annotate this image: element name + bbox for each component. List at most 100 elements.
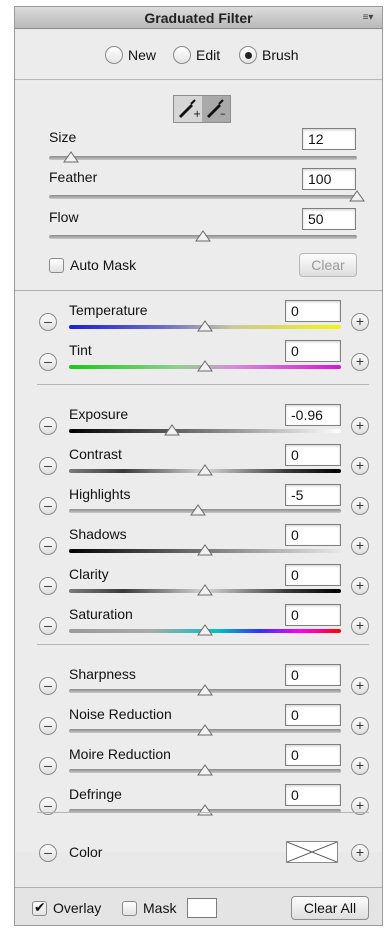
saturation-decrease-icon[interactable]: – xyxy=(39,617,57,635)
section-divider xyxy=(37,644,369,645)
highlights-increase-icon[interactable]: + xyxy=(351,497,369,515)
contrast-input[interactable]: 0 xyxy=(285,444,341,466)
clear-button[interactable]: Clear xyxy=(299,253,357,277)
radio-brush-indicator[interactable] xyxy=(239,46,257,64)
tint-slider-thumb[interactable] xyxy=(197,360,213,372)
shadows-input[interactable]: 0 xyxy=(285,524,341,546)
moire-reduction-slider-thumb[interactable] xyxy=(197,764,213,776)
sharpness-slider-thumb[interactable] xyxy=(197,684,213,696)
exposure-slider-thumb[interactable] xyxy=(164,424,181,436)
sharpness-input[interactable]: 0 xyxy=(285,664,341,686)
graduated-filter-panel: Graduated Filter ≡▾ New Edit Brush + – S… xyxy=(14,6,383,926)
mode-brush-label: Brush xyxy=(262,47,299,63)
highlights-input[interactable]: -5 xyxy=(285,484,341,506)
tint-input[interactable]: 0 xyxy=(285,340,341,362)
overlay-checkbox[interactable]: Overlay xyxy=(32,899,102,916)
mode-brush-radio[interactable]: Brush xyxy=(239,46,299,64)
mask-box[interactable] xyxy=(122,900,137,916)
panel-titlebar: Graduated Filter ≡▾ xyxy=(15,7,382,29)
overlay-box[interactable] xyxy=(32,899,47,916)
color-swatch[interactable] xyxy=(286,841,338,863)
auto-mask-checkbox[interactable]: Auto Mask xyxy=(49,257,136,273)
clarity-decrease-icon[interactable]: – xyxy=(39,577,57,595)
tint-increase-icon[interactable]: + xyxy=(351,353,369,371)
saturation-slider-thumb[interactable] xyxy=(197,624,213,636)
sharpness-increase-icon[interactable]: + xyxy=(351,677,369,695)
shadows-increase-icon[interactable]: + xyxy=(351,537,369,555)
mask-checkbox[interactable]: Mask xyxy=(122,900,176,916)
size-slider-thumb[interactable] xyxy=(62,151,79,163)
noise-reduction-input[interactable]: 0 xyxy=(285,704,341,726)
mask-color-swatch[interactable] xyxy=(187,898,217,918)
noise-reduction-decrease-icon[interactable]: – xyxy=(39,717,57,735)
radio-new-indicator[interactable] xyxy=(105,46,123,64)
defringe-slider-thumb[interactable] xyxy=(197,804,213,816)
size-input[interactable]: 12 xyxy=(302,128,356,150)
adjustments-section: – Temperature 0 + – Tint 0 + – Exposure -0.96 + – Con… xyxy=(15,292,382,863)
exposure-decrease-icon[interactable]: – xyxy=(39,417,57,435)
brush-erase-icon[interactable]: – xyxy=(202,96,230,122)
auto-mask-box[interactable] xyxy=(49,257,64,273)
tint-label: Tint xyxy=(69,342,92,358)
temperature-decrease-icon[interactable]: – xyxy=(39,313,57,331)
sharpness-label: Sharpness xyxy=(69,666,136,682)
moire-reduction-increase-icon[interactable]: + xyxy=(351,757,369,775)
panel-footer: Overlay Mask Clear All xyxy=(15,887,382,925)
size-slider-track[interactable] xyxy=(49,156,357,160)
noise-reduction-increase-icon[interactable]: + xyxy=(351,717,369,735)
feather-slider-track[interactable] xyxy=(49,195,357,199)
brush-add-icon[interactable]: + xyxy=(174,96,202,122)
shadows-decrease-icon[interactable]: – xyxy=(39,537,57,555)
color-label: Color xyxy=(69,844,103,860)
highlights-slider-thumb[interactable] xyxy=(190,504,207,516)
temperature-slider-thumb[interactable] xyxy=(197,320,213,332)
svg-text:–: – xyxy=(220,107,226,119)
section-divider xyxy=(37,812,369,813)
exposure-label: Exposure xyxy=(69,406,129,422)
contrast-slider-thumb[interactable] xyxy=(197,464,213,476)
defringe-input[interactable]: 0 xyxy=(285,784,341,806)
temperature-input[interactable]: 0 xyxy=(285,300,341,322)
color-decrease-icon[interactable]: – xyxy=(39,844,57,862)
defringe-label: Defringe xyxy=(69,786,122,802)
moire-reduction-decrease-icon[interactable]: – xyxy=(39,757,57,775)
mode-edit-label: Edit xyxy=(196,47,221,63)
panel-menu-icon[interactable]: ≡▾ xyxy=(359,11,377,24)
exposure-increase-icon[interactable]: + xyxy=(351,417,369,435)
auto-mask-label: Auto Mask xyxy=(70,257,137,273)
svg-text:+: + xyxy=(193,109,200,119)
noise-reduction-slider-thumb[interactable] xyxy=(197,724,213,736)
mode-edit-radio[interactable]: Edit xyxy=(173,46,220,64)
mask-label: Mask xyxy=(143,900,177,916)
tint-decrease-icon[interactable]: – xyxy=(39,353,57,371)
exposure-input[interactable]: -0.96 xyxy=(285,404,341,426)
moire-reduction-input[interactable]: 0 xyxy=(285,744,341,766)
clear-all-button[interactable]: Clear All xyxy=(291,896,369,920)
shadows-slider-thumb[interactable] xyxy=(197,544,213,556)
contrast-decrease-icon[interactable]: – xyxy=(39,457,57,475)
overlay-label: Overlay xyxy=(53,900,102,916)
color-increase-icon[interactable]: + xyxy=(351,844,369,862)
saturation-label: Saturation xyxy=(69,606,133,622)
clarity-increase-icon[interactable]: + xyxy=(351,577,369,595)
feather-input[interactable]: 100 xyxy=(302,168,356,190)
mode-new-radio[interactable]: New xyxy=(105,46,156,64)
saturation-increase-icon[interactable]: + xyxy=(351,617,369,635)
feather-slider-thumb[interactable] xyxy=(349,190,365,202)
highlights-label: Highlights xyxy=(69,486,131,502)
clarity-slider-thumb[interactable] xyxy=(197,584,213,596)
saturation-input[interactable]: 0 xyxy=(285,604,341,626)
flow-slider-thumb[interactable] xyxy=(195,230,211,242)
radio-edit-indicator[interactable] xyxy=(173,46,191,64)
flow-input[interactable]: 50 xyxy=(302,208,356,230)
clarity-label: Clarity xyxy=(69,566,109,582)
mode-selector: New Edit Brush xyxy=(15,30,382,80)
exposure-slider-track[interactable] xyxy=(69,429,341,433)
temperature-increase-icon[interactable]: + xyxy=(351,313,369,331)
contrast-increase-icon[interactable]: + xyxy=(351,457,369,475)
contrast-label: Contrast xyxy=(69,446,122,462)
panel-title: Graduated Filter xyxy=(144,10,253,26)
clarity-input[interactable]: 0 xyxy=(285,564,341,586)
highlights-decrease-icon[interactable]: – xyxy=(39,497,57,515)
sharpness-decrease-icon[interactable]: – xyxy=(39,677,57,695)
